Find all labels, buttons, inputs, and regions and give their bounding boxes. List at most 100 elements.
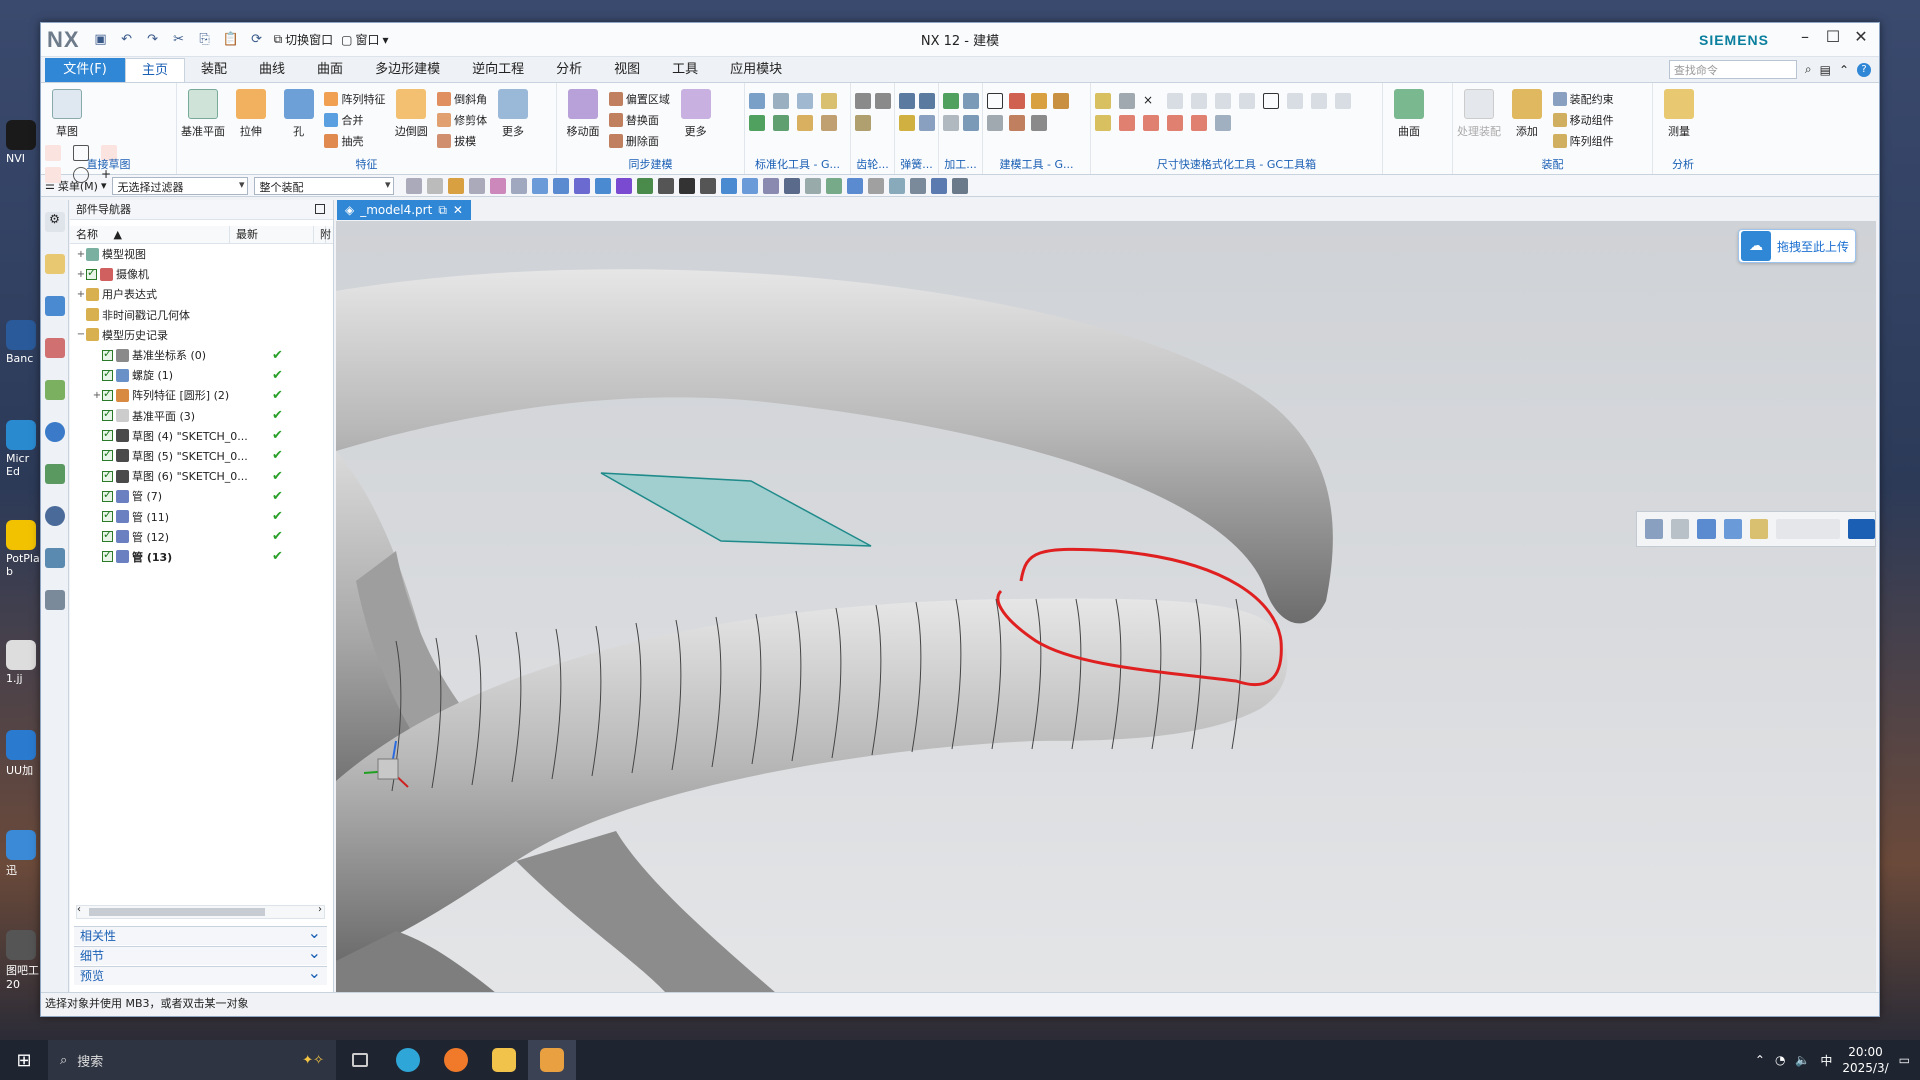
tab-8[interactable]: 工具: [656, 58, 714, 82]
selection-tool-icon[interactable]: [805, 177, 822, 194]
selection-tool-icon[interactable]: [952, 177, 969, 194]
selection-tool-icon[interactable]: [889, 177, 906, 194]
file-explorer-app[interactable]: [480, 1040, 528, 1080]
constraint-navigator-icon[interactable]: [44, 296, 65, 316]
visibility-checkbox[interactable]: [102, 528, 113, 543]
copy-icon[interactable]: ⎘: [194, 29, 216, 51]
visibility-checkbox[interactable]: [102, 488, 113, 502]
trim-body-button[interactable]: 修剪体: [437, 112, 487, 128]
dim-icon[interactable]: [1119, 115, 1135, 131]
spring-icon[interactable]: [919, 115, 935, 131]
column-attachments[interactable]: 附: [314, 226, 331, 243]
visibility-checkbox[interactable]: [86, 266, 97, 280]
ruler-icon[interactable]: [1749, 519, 1769, 539]
selection-tool-icon[interactable]: [406, 177, 423, 194]
dim-icon[interactable]: ×: [1143, 93, 1159, 109]
modeling-tool-icon[interactable]: [1031, 115, 1047, 131]
more-sync-button[interactable]: 更多: [674, 87, 718, 139]
redo-icon[interactable]: ↷: [142, 29, 164, 51]
machining-icon[interactable]: [943, 115, 959, 131]
graphics-window[interactable]: ☁ 拖拽至此上传: [336, 221, 1876, 993]
tab-9[interactable]: 应用模块: [714, 58, 798, 82]
tools-icon[interactable]: [44, 590, 65, 610]
maximize-button[interactable]: ☐: [1819, 27, 1847, 46]
extrude-button[interactable]: 拉伸: [229, 87, 273, 139]
measure-button[interactable]: 测量: [1657, 87, 1701, 139]
datum-plane-shape[interactable]: [600, 472, 872, 547]
save-icon[interactable]: ▣: [90, 29, 112, 51]
role-icon[interactable]: [44, 548, 65, 568]
tree-row[interactable]: 管 (7) ✔: [70, 486, 333, 506]
spring-icon[interactable]: [899, 115, 915, 131]
tab-file[interactable]: 文件(F): [45, 58, 125, 82]
float-icon[interactable]: ⧉: [438, 203, 447, 218]
upload-button[interactable]: ☁ 拖拽至此上传: [1737, 229, 1856, 263]
desktop-icon[interactable]: 图吧工 20: [6, 930, 40, 991]
tree-row[interactable]: + 阵列特征 [圆形] (2) ✔: [70, 385, 333, 405]
selection-tool-icon[interactable]: [784, 177, 801, 194]
collapse-ribbon-icon[interactable]: ⌃: [1839, 63, 1849, 77]
tool-icon[interactable]: [821, 93, 837, 109]
tab-7[interactable]: 视图: [598, 58, 656, 82]
tool-icon[interactable]: [797, 93, 813, 109]
visibility-checkbox[interactable]: [102, 407, 113, 422]
gear-icon[interactable]: [855, 115, 871, 131]
selection-tool-icon[interactable]: [574, 177, 591, 194]
column-latest[interactable]: 最新: [230, 226, 314, 243]
selection-filter-dropdown[interactable]: 无选择过滤器: [112, 176, 249, 195]
visibility-checkbox[interactable]: [102, 427, 113, 442]
dim-icon[interactable]: [1095, 93, 1111, 109]
view-icon[interactable]: [1645, 519, 1664, 539]
nx-app[interactable]: [528, 1040, 576, 1080]
section-preview[interactable]: 预览: [74, 963, 327, 985]
undo-icon[interactable]: ↶: [116, 29, 138, 51]
selection-tool-icon[interactable]: [616, 177, 633, 194]
web-browser-icon[interactable]: [44, 422, 65, 442]
tool-icon[interactable]: [797, 115, 813, 131]
tab-5[interactable]: 逆向工程: [456, 58, 540, 82]
desktop-icon[interactable]: NVI: [6, 120, 40, 165]
tree-row[interactable]: 基准平面 (3) ✔: [70, 406, 333, 426]
tool-icon[interactable]: [749, 115, 765, 131]
desktop-icon[interactable]: PotPla b: [6, 520, 40, 578]
move-face-button[interactable]: 移动面: [561, 87, 605, 139]
tree-row[interactable]: + 用户表达式: [70, 284, 333, 304]
tree-row[interactable]: 非时间戳记几何体: [70, 305, 333, 325]
dim-icon[interactable]: [1143, 115, 1159, 131]
process-assembly-button[interactable]: 处理装配: [1457, 87, 1501, 139]
tree-row[interactable]: 管 (11) ✔: [70, 506, 333, 526]
tree-row[interactable]: 基准坐标系 (0) ✔: [70, 345, 333, 365]
expand-toggle-icon[interactable]: +: [76, 289, 86, 300]
selection-tool-icon[interactable]: [700, 177, 717, 194]
dim-icon[interactable]: [1095, 115, 1111, 131]
ime-indicator[interactable]: 中: [1820, 1052, 1832, 1069]
selection-tool-icon[interactable]: [763, 177, 780, 194]
surface-button[interactable]: 曲面: [1387, 87, 1431, 139]
selection-tool-icon[interactable]: [931, 177, 948, 194]
tool-icon[interactable]: [773, 93, 789, 109]
modeling-tool-icon[interactable]: [1031, 93, 1047, 109]
table-icon[interactable]: [1009, 93, 1025, 109]
repeat-command-icon[interactable]: ⟳: [246, 29, 268, 51]
task-view-button[interactable]: [336, 1040, 384, 1080]
settings-icon[interactable]: ⚙: [44, 212, 65, 232]
tab-2[interactable]: 曲线: [243, 58, 301, 82]
dim-icon[interactable]: [1215, 115, 1231, 131]
unite-button[interactable]: 合并: [324, 112, 385, 128]
desktop-icon[interactable]: UU加: [6, 730, 40, 778]
spring-icon[interactable]: [899, 93, 915, 109]
edge-blend-button[interactable]: 边倒圆: [389, 87, 433, 139]
tool-icon[interactable]: [821, 115, 837, 131]
visibility-checkbox[interactable]: [102, 387, 113, 401]
expand-toggle-icon[interactable]: +: [76, 269, 86, 280]
chamfer-button[interactable]: 倒斜角: [437, 91, 487, 107]
selection-tool-icon[interactable]: [427, 177, 444, 194]
expand-toggle-icon[interactable]: −: [76, 329, 86, 340]
visibility-checkbox[interactable]: [102, 548, 113, 563]
visibility-checkbox[interactable]: [102, 468, 113, 482]
tree-row[interactable]: 管 (13) ✔: [70, 547, 333, 567]
visibility-checkbox[interactable]: [102, 447, 113, 462]
expand-toggle-icon[interactable]: +: [92, 390, 102, 401]
switch-window-button[interactable]: ⧉ 切换窗口: [274, 31, 334, 48]
visibility-checkbox[interactable]: [102, 347, 113, 361]
